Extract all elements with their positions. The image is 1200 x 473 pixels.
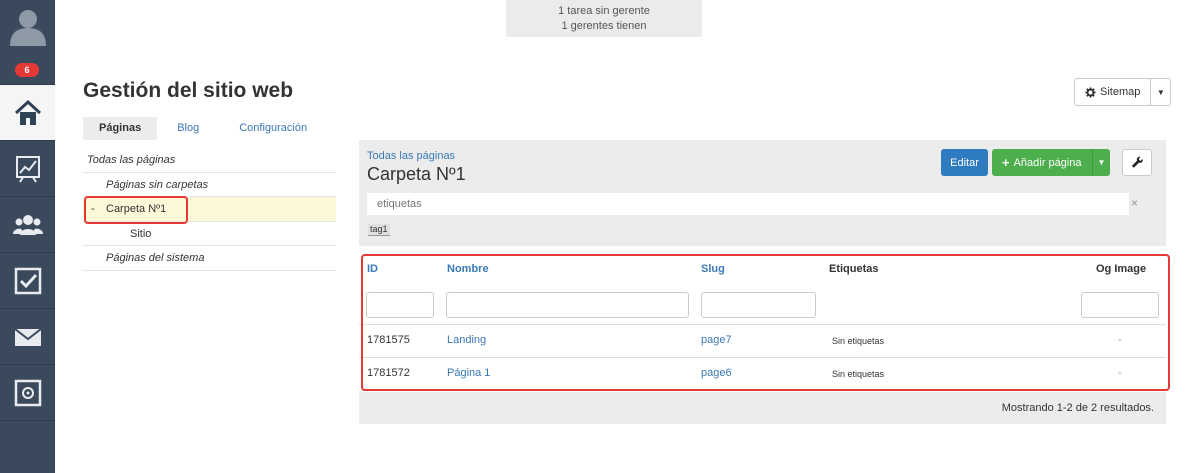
breadcrumb-all-pages[interactable]: Todas las páginas [367, 150, 455, 162]
caret-down-icon: ▼ [1156, 87, 1165, 97]
tab-blog[interactable]: Blog [157, 117, 219, 140]
tag-chip[interactable]: tag1 [368, 224, 390, 236]
results-summary: Mostrando 1-2 de 2 resultados. [1001, 402, 1154, 414]
folder-header-panel: Todas las páginas Carpeta Nº1 Editar + A… [359, 140, 1166, 246]
gear-icon [1085, 86, 1096, 98]
add-page-button-group: + Añadir página ▼ [992, 149, 1110, 176]
add-page-dropdown-toggle[interactable]: ▼ [1092, 149, 1110, 176]
sidebar-item-users[interactable] [0, 196, 55, 252]
wrench-icon [1131, 156, 1143, 168]
add-page-label: Añadir página [1013, 156, 1082, 169]
sitemap-button-group: Sitemap ▼ [1074, 78, 1172, 106]
add-page-button[interactable]: + Añadir página [992, 155, 1092, 170]
notification-badge[interactable]: 6 [15, 63, 39, 77]
caret-down-icon: ▼ [1097, 158, 1106, 167]
tab-paginas[interactable]: Páginas [83, 117, 158, 140]
sitemap-label: Sitemap [1100, 86, 1141, 98]
page-title: Gestión del sitio web [83, 79, 294, 102]
sitemap-button[interactable]: Sitemap [1074, 78, 1152, 106]
clear-tags-icon[interactable]: × [1131, 196, 1138, 210]
settings-wrench-button[interactable] [1122, 149, 1152, 176]
mail-icon [13, 327, 42, 346]
sidebar-item-home[interactable] [0, 84, 55, 140]
folder-title: Carpeta Nº1 [367, 164, 466, 184]
table-footer: Mostrando 1-2 de 2 resultados. [359, 392, 1166, 424]
plus-icon: + [1002, 155, 1010, 170]
sidebar-item-mail[interactable] [0, 308, 55, 364]
highlight-box-folder [84, 196, 188, 224]
tags-filter-input[interactable] [367, 193, 1129, 215]
sitemap-dropdown-toggle[interactable]: ▼ [1151, 78, 1172, 106]
sidebar: 6 [0, 0, 55, 473]
section-tabs: Páginas Blog Configuración [83, 117, 327, 140]
highlight-box-table [361, 254, 1170, 391]
edit-button[interactable]: Editar [941, 149, 988, 176]
notice-line-2: 1 gerentes tienen [561, 20, 647, 32]
task-notice: 1 tarea sin gerente 1 gerentes tienen [506, 0, 702, 37]
tree-item-all-pages[interactable]: Todas las páginas [83, 148, 336, 173]
tree-item-site[interactable]: Sitio [83, 222, 336, 246]
home-icon [14, 99, 41, 125]
sidebar-empty-slot [0, 420, 55, 473]
avatar-icon[interactable] [8, 6, 48, 46]
notice-line-1: 1 tarea sin gerente [558, 5, 650, 17]
safe-icon [14, 379, 41, 406]
chart-icon [15, 155, 40, 183]
checkbox-icon [14, 267, 41, 294]
tree-item-pages-without-folders[interactable]: Páginas sin carpetas [83, 173, 336, 197]
sidebar-item-safe[interactable] [0, 364, 55, 420]
sidebar-item-reports[interactable] [0, 140, 55, 196]
tab-configuracion[interactable]: Configuración [219, 117, 327, 140]
tree-item-system-pages[interactable]: Páginas del sistema [83, 246, 336, 271]
users-icon [12, 214, 43, 235]
sidebar-item-tasks[interactable] [0, 252, 55, 308]
